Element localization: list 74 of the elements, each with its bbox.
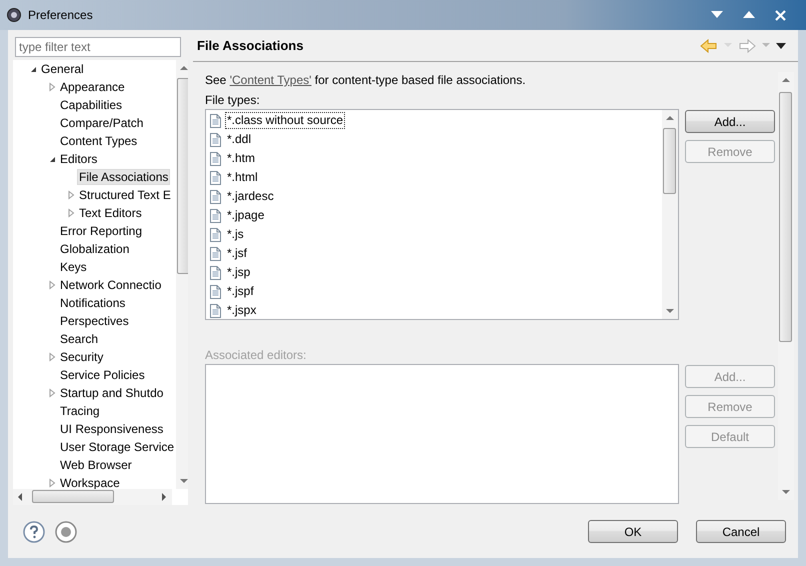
list-item[interactable]: *.jspx xyxy=(225,302,258,319)
list-item[interactable]: *.jardesc xyxy=(225,188,276,205)
expand-arrow-icon[interactable] xyxy=(47,280,57,290)
tree-item[interactable]: UI Responsiveness xyxy=(58,421,166,437)
tree-item[interactable]: User Storage Service xyxy=(58,439,176,455)
record-icon[interactable] xyxy=(55,520,77,542)
caret-down-icon xyxy=(724,43,732,48)
dialog-button[interactable]: OK xyxy=(588,520,678,543)
back-arrow-icon[interactable] xyxy=(700,38,718,52)
dialog-button[interactable]: Add... xyxy=(685,110,775,133)
list-item[interactable]: *.htm xyxy=(225,150,258,167)
help-icon[interactable] xyxy=(23,520,45,542)
content-types-link[interactable]: 'Content Types' xyxy=(230,73,312,87)
tree-item[interactable]: Service Policies xyxy=(58,367,147,383)
tree-item[interactable]: File Associations xyxy=(77,169,170,185)
list-item[interactable]: *.jpage xyxy=(225,207,266,224)
tree-item[interactable]: Perspectives xyxy=(58,313,131,329)
vertical-scrollbar[interactable] xyxy=(662,110,678,319)
file-icon xyxy=(208,284,224,300)
list-item[interactable]: *.html xyxy=(225,169,260,186)
window-title: Preferences xyxy=(28,8,93,22)
close-icon[interactable] xyxy=(775,10,786,20)
horizontal-scrollbar[interactable] xyxy=(13,489,172,505)
dialog-button[interactable]: Cancel xyxy=(696,520,786,543)
tree-item[interactable]: Compare/Patch xyxy=(58,115,146,131)
view-menu-icon[interactable] xyxy=(776,42,786,48)
tree-item[interactable]: Text Editors xyxy=(77,205,144,221)
tree-item[interactable]: Web Browser xyxy=(58,457,134,473)
expand-arrow-icon[interactable] xyxy=(47,82,57,92)
tree-item[interactable]: Globalization xyxy=(58,241,132,257)
forward-arrow-icon[interactable] xyxy=(738,38,756,52)
filter-field[interactable]: type filter text xyxy=(15,37,181,57)
tree-item[interactable]: Appearance xyxy=(58,79,127,95)
list-item[interactable]: *.jspf xyxy=(225,283,256,300)
tree-item[interactable]: Structured Text E xyxy=(77,187,173,203)
tree-item[interactable]: General xyxy=(39,61,86,77)
file-icon xyxy=(208,208,224,224)
tree-item[interactable]: Editors xyxy=(58,151,100,167)
file-icon xyxy=(208,188,224,204)
expand-arrow-icon[interactable] xyxy=(47,478,57,488)
file-icon xyxy=(208,264,224,280)
tree-item[interactable]: Tracing xyxy=(58,403,102,419)
description-text: See 'Content Types' for content-type based file associations. xyxy=(205,72,527,89)
tree-item[interactable]: Network Connectio xyxy=(58,277,164,293)
list-item[interactable]: *.class without source xyxy=(225,112,346,129)
caret-up-icon[interactable] xyxy=(743,11,755,19)
expand-arrow-icon[interactable] xyxy=(47,388,57,398)
list-item[interactable]: *.jsf xyxy=(225,245,250,262)
expand-arrow-icon[interactable] xyxy=(66,208,76,218)
tree-item[interactable]: Startup and Shutdo xyxy=(58,385,166,401)
file-icon xyxy=(208,226,224,242)
list-item[interactable]: *.ddl xyxy=(225,131,254,148)
section-label: Associated editors: xyxy=(205,347,308,364)
section-label: File types: xyxy=(205,92,261,109)
tree-item[interactable]: Security xyxy=(58,349,106,365)
caret-down-icon[interactable] xyxy=(711,11,723,19)
tree-item[interactable]: Error Reporting xyxy=(58,223,144,239)
file-icon xyxy=(208,170,224,186)
file-icon xyxy=(208,150,224,166)
app-icon xyxy=(6,7,22,23)
page-title: File Associations xyxy=(197,38,304,53)
tree-item[interactable]: Keys xyxy=(58,259,89,275)
caret-down-icon xyxy=(762,43,770,48)
file-icon xyxy=(208,246,224,262)
file-icon xyxy=(208,112,224,128)
tree-item[interactable]: Search xyxy=(58,331,100,347)
expand-arrow-icon[interactable] xyxy=(47,352,57,362)
list-item[interactable]: *.jsp xyxy=(225,264,252,281)
tree-item[interactable]: Capabilities xyxy=(58,97,124,113)
expand-arrow-icon[interactable] xyxy=(66,190,76,200)
list-item[interactable]: *.js xyxy=(225,226,246,243)
tree-item[interactable]: Content Types xyxy=(58,133,140,149)
tree-item[interactable]: Notifications xyxy=(58,295,128,311)
file-icon xyxy=(208,132,224,148)
